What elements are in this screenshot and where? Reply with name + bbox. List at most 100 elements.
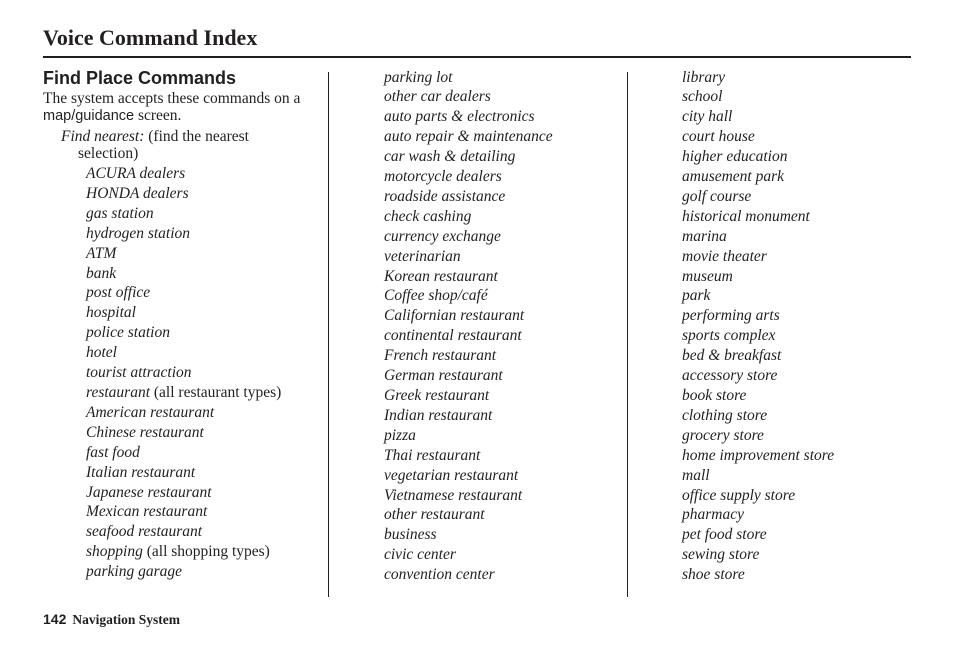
page-number: 142 <box>43 611 67 627</box>
command-text: Californian restaurant <box>384 307 525 325</box>
command-text: Mexican restaurant <box>86 503 208 521</box>
command-text: sewing store <box>682 546 760 564</box>
column-divider <box>627 72 628 597</box>
command-item: Greek restaurant <box>384 386 624 406</box>
command-item: park <box>682 286 922 306</box>
command-note: (all restaurant types) <box>150 383 282 401</box>
command-item: roadside assistance <box>384 187 624 207</box>
command-item: school <box>682 87 922 107</box>
command-text: court house <box>682 128 755 146</box>
command-text: Greek restaurant <box>384 387 490 404</box>
command-item: hotel <box>86 343 323 363</box>
command-text: vegetarian restaurant <box>384 466 519 484</box>
command-item: Japanese restaurant <box>86 483 323 503</box>
command-text: parking garage <box>86 563 183 581</box>
command-item: ATM <box>86 244 323 264</box>
command-text: historical monument <box>682 207 810 225</box>
command-item: sports complex <box>682 326 922 346</box>
command-item: ACURA dealers <box>86 164 323 184</box>
find-nearest-note: (find the nearest <box>144 128 249 145</box>
command-text: French restaurant <box>384 347 497 365</box>
command-text: pharmacy <box>682 506 744 524</box>
command-text: ATM <box>86 244 117 262</box>
command-text: parking lot <box>384 68 453 86</box>
command-text: clothing store <box>682 406 768 424</box>
title-rule <box>43 56 911 58</box>
command-item: golf course <box>682 187 922 207</box>
command-item: performing arts <box>682 306 922 326</box>
command-item: historical monument <box>682 207 922 227</box>
command-item: seafood restaurant <box>86 522 323 542</box>
command-item: home improvement store <box>682 446 922 466</box>
command-item: Coffee shop/café <box>384 286 624 306</box>
command-note: (all shopping types) <box>142 543 270 561</box>
command-text: performing arts <box>682 307 780 325</box>
command-item: shoe store <box>682 565 922 585</box>
command-text: car wash & detailing <box>384 148 516 166</box>
command-item: bed & breakfast <box>682 346 922 366</box>
command-text: Japanese restaurant <box>86 483 212 501</box>
command-item: Californian restaurant <box>384 306 624 326</box>
command-text: amusement park <box>682 168 785 186</box>
command-text: Chinese restaurant <box>86 423 204 441</box>
command-item: post office <box>86 283 323 303</box>
command-text: Vietnamese restaurant <box>384 486 523 504</box>
intro-text-before: The system accepts these commands on a <box>43 90 301 107</box>
command-text: sports complex <box>682 327 776 345</box>
command-text: hydrogen station <box>86 224 191 242</box>
command-list-col1: ACURA dealers HONDA dealers gas station hyd… <box>43 162 323 582</box>
command-text: golf course <box>682 187 752 205</box>
command-item: business <box>384 525 624 545</box>
command-text: HONDA dealers <box>86 184 189 202</box>
command-item: motorcycle dealers <box>384 167 624 187</box>
command-item: office supply store <box>682 486 922 506</box>
command-text: auto parts & electronics <box>384 108 535 126</box>
command-item: book store <box>682 386 922 406</box>
command-text: German restaurant <box>384 367 503 385</box>
command-item: parking lot <box>384 68 624 88</box>
command-item: court house <box>682 127 922 147</box>
command-text: roadside assistance <box>384 187 506 205</box>
command-text: school <box>682 88 723 106</box>
command-text: home improvement store <box>682 446 835 464</box>
command-text: business <box>384 526 437 544</box>
command-item: auto repair & maintenance <box>384 127 624 147</box>
find-nearest-note-cont: selection) <box>78 145 139 162</box>
command-text: office supply store <box>682 486 796 504</box>
command-item: sewing store <box>682 545 922 565</box>
command-item: fast food <box>86 443 323 463</box>
command-text: gas station <box>86 204 154 222</box>
command-text: civic center <box>384 546 456 564</box>
command-text: city hall <box>682 108 733 126</box>
command-text: motorcycle dealers <box>384 168 502 186</box>
command-text: Korean restaurant <box>384 267 498 285</box>
command-text: post office <box>86 284 151 302</box>
command-item: city hall <box>682 107 922 127</box>
command-item: parking garage <box>86 562 323 582</box>
command-text: Thai restaurant <box>384 446 481 464</box>
command-item: auto parts & electronics <box>384 107 624 127</box>
command-item: gas station <box>86 204 323 224</box>
command-item: police station <box>86 323 323 343</box>
command-item: check cashing <box>384 207 624 227</box>
command-text: other car dealers <box>384 88 491 106</box>
command-text: hotel <box>86 344 117 362</box>
command-item: pharmacy <box>682 505 922 525</box>
command-text: check cashing <box>384 207 472 225</box>
command-item: hospital <box>86 303 323 323</box>
command-text: movie theater <box>682 247 767 265</box>
command-text: tourist attraction <box>86 364 192 382</box>
command-item: amusement park <box>682 167 922 187</box>
command-text: museum <box>682 267 733 285</box>
command-item: Chinese restaurant <box>86 423 323 443</box>
command-text: pizza <box>384 426 416 444</box>
command-text: seafood restaurant <box>86 523 203 541</box>
command-item: accessory store <box>682 366 922 386</box>
command-item: hydrogen station <box>86 224 323 244</box>
command-text: auto repair & maintenance <box>384 128 553 146</box>
command-item: tourist attraction <box>86 363 323 383</box>
command-text: bed & breakfast <box>682 347 782 365</box>
command-text: fast food <box>86 443 140 461</box>
command-item: Thai restaurant <box>384 446 624 466</box>
command-text: book store <box>682 387 747 404</box>
